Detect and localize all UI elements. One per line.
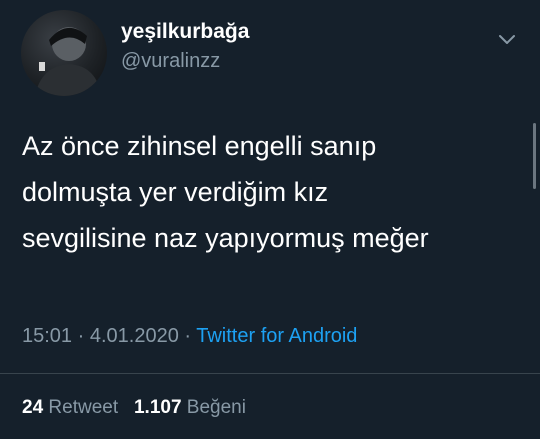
display-name[interactable]: yeşilkurbağa	[121, 20, 249, 44]
tweet-text-line: sevgilisine naz yapıyormuş meğer	[22, 223, 429, 253]
avatar[interactable]	[21, 10, 107, 96]
avatar-image	[35, 27, 101, 96]
meta-separator: ·	[178, 325, 197, 347]
tweet-date[interactable]: 4.01.2020	[90, 325, 179, 347]
tweet-time[interactable]: 15:01	[22, 325, 72, 347]
tweet-card: yeşilkurbağa @vuralinzz Az önce zihinsel…	[0, 0, 540, 439]
tweet-stats: 24 Retweet 1.107 Beğeni	[22, 397, 246, 419]
like-count: 1.107	[133, 397, 182, 418]
chevron-down-icon[interactable]	[496, 28, 518, 50]
like-label: Beğeni	[186, 397, 246, 418]
retweet-count: 24	[22, 397, 44, 418]
user-handle[interactable]: @vuralinzz	[121, 50, 220, 73]
tweet-source-link[interactable]: Twitter for Android	[196, 325, 357, 347]
tweet-text-line: Az önce zihinsel engelli sanıp	[22, 131, 377, 161]
tweet-meta: 15:01 · 4.01.2020 · Twitter for Android	[22, 325, 357, 348]
tweet-text-line: dolmuşta yer verdiğim kız	[22, 177, 329, 207]
tweet-text: Az önce zihinsel engelli sanıp dolmuşta …	[22, 123, 512, 261]
scrollbar[interactable]	[533, 123, 536, 189]
meta-separator: ·	[72, 325, 90, 347]
likes-stat[interactable]: 1.107 Beğeni	[134, 397, 246, 418]
divider	[0, 373, 540, 374]
retweets-stat[interactable]: 24 Retweet	[22, 397, 118, 418]
retweet-label: Retweet	[48, 397, 119, 418]
